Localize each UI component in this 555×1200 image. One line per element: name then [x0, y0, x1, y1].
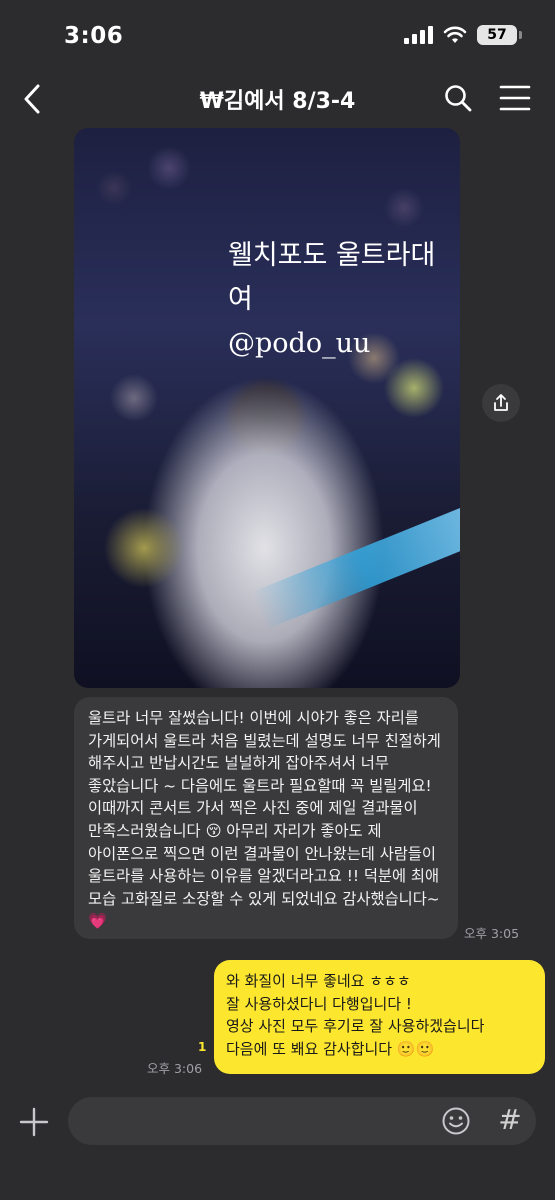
emoji-icon[interactable] [441, 1106, 471, 1136]
chat-title: ₩김예서 8/3-4 [199, 89, 356, 114]
incoming-message[interactable]: 울트라 너무 잘썼습니다! 이번에 시야가 좋은 자리를 가게되어서 울트라 처… [74, 697, 458, 939]
outgoing-line: 다음에 또 봬요 감사합니다 🙂🙂 [226, 1039, 435, 1058]
unread-count: 1 [198, 1040, 207, 1054]
wifi-icon [443, 26, 467, 43]
back-icon[interactable] [18, 82, 48, 116]
incoming-message-time: 오후 3:05 [464, 926, 520, 941]
signal-icon [404, 26, 433, 44]
share-button[interactable] [482, 384, 520, 422]
hashtag-button[interactable]: # [495, 1102, 525, 1138]
photo-watermark: 웰치포도 울트라대여 @podo_uu [228, 234, 458, 366]
status-time: 3:06 [64, 23, 124, 49]
status-bar: 3:06 57 [0, 0, 555, 70]
battery-icon: 57 [477, 25, 522, 45]
share-icon [494, 394, 508, 411]
watermark-line-1: 웰치포도 울트라대여 [228, 240, 436, 315]
status-icons: 57 [404, 25, 522, 45]
watermark-line-2: @podo_uu [228, 328, 371, 359]
photo-message[interactable]: 웰치포도 울트라대여 @podo_uu [74, 128, 460, 688]
search-icon[interactable] [443, 83, 473, 113]
outgoing-message-time: 오후 3:06 [147, 1061, 203, 1076]
outgoing-line: 와 화질이 너무 좋네요 ㅎㅎㅎ [226, 972, 411, 990]
plus-icon[interactable] [18, 1106, 50, 1138]
nav-bar: ₩김예서 8/3-4 [0, 70, 555, 128]
menu-icon[interactable] [499, 84, 531, 112]
outgoing-message[interactable]: 와 화질이 너무 좋네요 ㅎㅎㅎ 잘 사용하셨다니 다행입니다 ! 영상 사진 … [214, 960, 545, 1074]
outgoing-line: 잘 사용하셨다니 다행입니다 ! [226, 994, 412, 1013]
outgoing-line: 영상 사진 모두 후기로 잘 사용하겠습니다 [226, 1017, 485, 1035]
